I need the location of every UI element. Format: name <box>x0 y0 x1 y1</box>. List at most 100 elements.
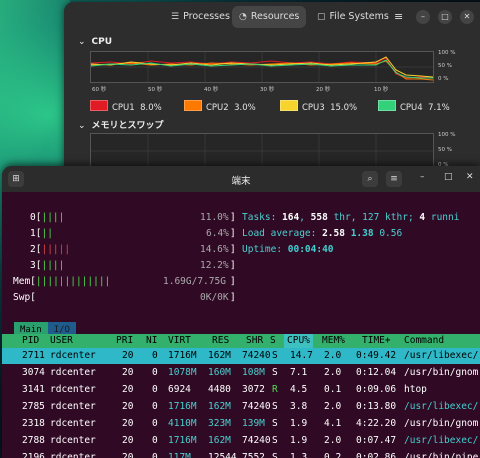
cell-mem: 0.1 <box>324 384 342 395</box>
cpu3-legend[interactable]: CPU3 15.0% <box>280 100 357 113</box>
cell-mem: 2.0 <box>324 367 342 378</box>
cell-pid: 2318 <box>22 418 45 429</box>
tab-resources[interactable]: ◔ Resources <box>232 6 307 28</box>
cell-ni: 0 <box>152 367 158 378</box>
cell-ni: 0 <box>152 384 158 395</box>
cell-command: /usr/libexec/ <box>404 350 479 361</box>
memory-section-header[interactable]: ⌄ メモリとスワップ <box>78 118 164 131</box>
cell-res: 12544 <box>208 452 237 458</box>
cell-command: /usr/libexec/ <box>404 401 479 412</box>
col-pri[interactable]: PRI <box>116 335 133 346</box>
cell-virt: 1716M <box>168 350 197 361</box>
table-row[interactable]: 2196 rdcenter 20 0 117M 12544 7552 S 1.3 0.2 0:02.… <box>2 450 480 458</box>
cell-shr: 74240 <box>242 350 271 361</box>
close-icon[interactable]: ✕ <box>460 10 474 24</box>
cell-state: S <box>272 401 278 412</box>
process-table-header: PID USER PRI NI VIRT RES SHR S CPU% MEM%… <box>2 334 480 348</box>
cpu3-color-swatch[interactable] <box>280 100 298 111</box>
table-row[interactable]: 2318 rdcenter 20 0 4110M 323M 139M S 1.9 4.1 4:22.… <box>2 416 480 432</box>
search-icon[interactable]: ⌕ <box>362 171 378 187</box>
cpu1-legend[interactable]: CPU1 8.0% <box>90 100 162 113</box>
cpu1-color-swatch[interactable] <box>90 100 108 111</box>
col-state[interactable]: S <box>270 335 276 346</box>
cell-pri: 20 <box>122 384 134 395</box>
col-mem[interactable]: MEM% <box>322 335 345 346</box>
swap-meter: Swp[ <box>13 292 36 303</box>
cell-shr: 74240 <box>242 401 271 412</box>
maximize-icon[interactable]: □ <box>438 10 452 24</box>
col-shr[interactable]: SHR <box>246 335 263 346</box>
cpu2-meter: 2[||||| <box>30 244 71 255</box>
cpu2-legend[interactable]: CPU2 3.0% <box>184 100 256 113</box>
cell-cpu: 1.9 <box>290 435 308 446</box>
table-row[interactable]: 2785 rdcenter 20 0 1716M 162M 74240 S 3.8 2.0 0:13… <box>2 399 480 415</box>
table-row[interactable]: 2788 rdcenter 20 0 1716M 162M 74240 S 1.9 2.0 0:07… <box>2 433 480 449</box>
cpu2-color-swatch[interactable] <box>184 100 202 111</box>
col-res[interactable]: RES <box>212 335 229 346</box>
cell-res: 4480 <box>208 384 231 395</box>
cell-cpu: 4.5 <box>290 384 308 395</box>
mem-pct-100: 100 % <box>438 132 456 138</box>
mem-pct-50: 50 % <box>438 147 452 153</box>
col-virt[interactable]: VIRT <box>168 335 191 346</box>
cell-ni: 0 <box>152 435 158 446</box>
tab-file-systems[interactable]: ▢ File Systems <box>310 6 396 28</box>
system-monitor-window: ☰ Processes ◔ Resources ▢ File Systems ≡ – … <box>64 2 480 192</box>
col-pid[interactable]: PID <box>22 335 39 346</box>
maximize-icon[interactable]: □ <box>444 172 453 182</box>
col-time[interactable]: TIME+ <box>362 335 391 346</box>
cell-virt: 1716M <box>168 435 197 446</box>
menu-hamburger-icon[interactable]: ≡ <box>386 171 402 187</box>
system-monitor-headerbar: ☰ Processes ◔ Resources ▢ File Systems ≡ – … <box>64 2 480 30</box>
cell-res: 323M <box>208 418 231 429</box>
col-cpu-sorted[interactable]: CPU% <box>284 334 313 348</box>
cpu2-value: 14.6% <box>200 244 229 255</box>
cpu-pct-0: 0 % <box>438 76 449 82</box>
cpu4-legend[interactable]: CPU4 7.1% <box>378 100 450 113</box>
cpu4-color-swatch[interactable] <box>378 100 396 111</box>
tab-processes[interactable]: ☰ Processes <box>164 6 237 28</box>
cpu-section-header[interactable]: ⌄ CPU <box>78 37 112 47</box>
filesystems-icon: ▢ <box>317 12 326 22</box>
cell-command: htop <box>404 384 427 395</box>
cell-shr: 108M <box>242 367 265 378</box>
cell-mem: 2.0 <box>324 435 342 446</box>
time-label-60: 60 秒 <box>92 87 107 93</box>
cell-ni: 0 <box>152 401 158 412</box>
cell-mem: 4.1 <box>324 418 342 429</box>
cpu3-value: 12.2% <box>200 260 229 271</box>
load-average: Load average: 2.58 1.38 0.56 <box>242 228 403 239</box>
cell-state: S <box>272 350 278 361</box>
cell-pid: 2788 <box>22 435 45 446</box>
close-icon[interactable]: ✕ <box>466 172 474 182</box>
cell-user: rdcenter <box>50 384 96 395</box>
col-ni[interactable]: NI <box>146 335 157 346</box>
cpu-history-graph <box>90 51 434 83</box>
htop-tabs: Main I/O <box>14 317 76 338</box>
cell-time: 0:02.86 <box>356 452 397 458</box>
uptime: Uptime: 00:04:40 <box>242 244 334 255</box>
cell-time: 4:22.20 <box>356 418 397 429</box>
cell-cpu: 1.9 <box>290 418 308 429</box>
cell-pri: 20 <box>122 452 134 458</box>
cell-pid: 2785 <box>22 401 45 412</box>
minimize-icon[interactable]: – <box>416 10 430 24</box>
menu-hamburger-icon[interactable]: ≡ <box>394 10 403 23</box>
cell-res: 162M <box>208 435 231 446</box>
minimize-icon[interactable]: – <box>420 172 425 182</box>
terminal-title: 端末 <box>231 176 251 187</box>
cell-virt: 6924 <box>168 384 191 395</box>
cell-command: /usr/libexec/ <box>404 435 479 446</box>
col-user[interactable]: USER <box>50 335 73 346</box>
cell-state: S <box>272 435 278 446</box>
table-row[interactable]: 2711 rdcenter 20 0 1716M 162M 74240 S 14.7 2.0 0:4… <box>2 348 480 364</box>
table-row[interactable]: 3141 rdcenter 20 0 6924 4480 3072 R 4.5 0.1 0:09.0… <box>2 382 480 398</box>
col-command[interactable]: Command <box>404 335 444 346</box>
cpu0-value: 11.0% <box>200 212 229 223</box>
table-row[interactable]: 3074 rdcenter 20 0 1078M 160M 108M S 7.1 2.0 0:12.… <box>2 365 480 381</box>
cell-cpu: 1.3 <box>290 452 308 458</box>
time-label-50: 50 秒 <box>148 87 163 93</box>
cell-res: 162M <box>208 350 231 361</box>
cell-state: S <box>272 367 278 378</box>
terminal-headerbar: ⊞ 端末 ⌕ ≡ – □ ✕ <box>2 166 480 192</box>
